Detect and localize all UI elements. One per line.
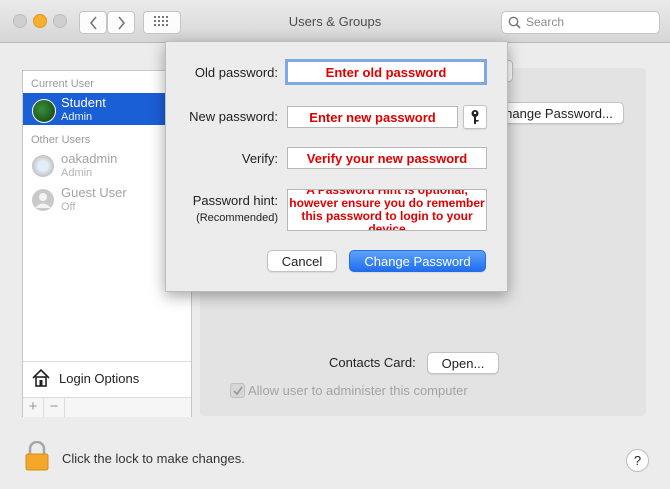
new-password-label: New password: bbox=[189, 109, 278, 124]
change-password-button[interactable]: hange Password... bbox=[494, 102, 624, 124]
user-role: Off bbox=[61, 201, 76, 213]
password-assistant-button[interactable] bbox=[463, 105, 487, 129]
verify-field[interactable]: Verify your new password bbox=[287, 147, 487, 169]
user-name: Guest User bbox=[61, 185, 127, 200]
other-users-header: Other Users bbox=[31, 134, 91, 146]
lock-icon bbox=[25, 440, 49, 471]
cancel-button[interactable]: Cancel bbox=[267, 250, 337, 272]
search-field[interactable]: Search bbox=[501, 11, 660, 34]
user-role: Admin bbox=[61, 111, 93, 123]
allow-admin-checkbox[interactable] bbox=[230, 383, 245, 398]
contacts-card-label: Contacts Card: bbox=[329, 355, 416, 370]
add-user-button[interactable]: + bbox=[23, 398, 44, 417]
avatar bbox=[32, 99, 56, 123]
password-hint-field[interactable]: A Password Hint is optional, however ens… bbox=[287, 189, 487, 231]
login-options-label: Login Options bbox=[59, 371, 140, 386]
user-role: Admin bbox=[61, 167, 93, 179]
new-password-field[interactable]: Enter new password bbox=[287, 106, 458, 128]
allow-admin-label: Allow user to administer this computer bbox=[248, 383, 468, 398]
search-icon bbox=[508, 16, 521, 29]
avatar bbox=[32, 189, 54, 211]
title-bar: Users & Groups Search bbox=[0, 0, 670, 43]
user-name: Student bbox=[61, 95, 106, 110]
change-password-dialog: Old password: Enter old password New pas… bbox=[165, 41, 508, 292]
person-icon bbox=[35, 193, 51, 208]
avatar bbox=[32, 155, 54, 177]
key-icon bbox=[471, 110, 479, 124]
house-icon bbox=[32, 368, 50, 387]
lock-hint-text: Click the lock to make changes. bbox=[62, 451, 245, 466]
old-password-label: Old password: bbox=[194, 65, 278, 80]
lock-button[interactable] bbox=[25, 440, 49, 474]
password-hint-label: Password hint: bbox=[192, 193, 278, 208]
open-contacts-button[interactable]: Open... bbox=[427, 352, 499, 374]
search-placeholder: Search bbox=[526, 15, 565, 29]
add-remove-bar: + − bbox=[23, 397, 191, 417]
help-button[interactable]: ? bbox=[626, 449, 649, 472]
current-user-header: Current User bbox=[31, 78, 94, 90]
verify-label: Verify: bbox=[241, 151, 278, 166]
change-password-confirm-button[interactable]: Change Password bbox=[349, 250, 486, 272]
old-password-field[interactable]: Enter old password bbox=[285, 59, 487, 85]
remove-user-button[interactable]: − bbox=[44, 398, 65, 417]
login-options-item[interactable]: Login Options bbox=[23, 361, 191, 398]
user-name: oakadmin bbox=[61, 151, 118, 166]
checkmark-icon bbox=[233, 386, 243, 396]
password-hint-sublabel: (Recommended) bbox=[196, 212, 278, 224]
